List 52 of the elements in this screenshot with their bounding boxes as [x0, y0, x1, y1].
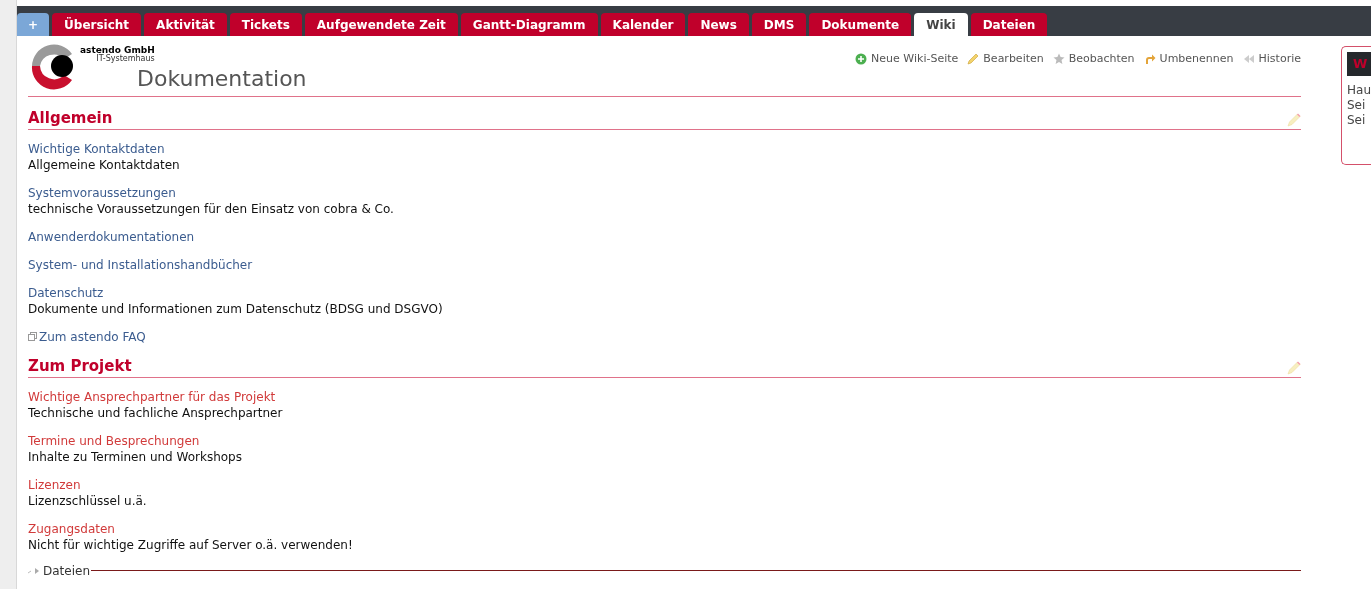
action-link[interactable]: Historie	[1258, 51, 1301, 68]
wiki-link[interactable]: System- und Installationshandbücher	[28, 256, 253, 273]
sidebar-link[interactable]: Sei	[1347, 113, 1371, 128]
section-heading: Allgemein	[28, 109, 113, 128]
link-description: Lizenzschlüssel u.ä.	[28, 492, 148, 509]
external-link[interactable]: Zum astendo FAQ	[39, 328, 146, 345]
tab[interactable]: News	[688, 13, 749, 36]
tab[interactable]: Übersicht	[52, 13, 142, 36]
curved-arrow-icon	[1143, 53, 1156, 66]
action-link[interactable]: Beobachten	[1068, 51, 1135, 68]
action-link[interactable]: Bearbeiten	[983, 51, 1044, 68]
logo-text: astendo GmbH	[80, 46, 155, 55]
tab[interactable]: Wiki	[914, 13, 968, 36]
files-toggle[interactable]: Dateien	[28, 561, 90, 580]
action-link[interactable]: Umbenennen	[1159, 51, 1234, 68]
wiki-link[interactable]: Lizenzen	[28, 476, 81, 493]
page-title: Dokumentation	[137, 68, 307, 90]
plus-circle-icon	[855, 53, 868, 66]
tab[interactable]: Tickets	[229, 13, 302, 36]
tab[interactable]: Dateien	[970, 13, 1048, 36]
wiki-link[interactable]: Zugangsdaten	[28, 520, 115, 537]
link-description: Technische und fachliche Ansprechpartner	[28, 404, 284, 421]
tab[interactable]: Aktivität	[144, 13, 227, 36]
tab[interactable]: DMS	[751, 13, 807, 36]
link-description: technische Voraussetzungen für den Einsatz von cobra & Co.	[28, 200, 395, 217]
link-description: Allgemeine Kontaktdaten	[28, 156, 181, 173]
pencil-icon	[967, 53, 980, 66]
caret-icon	[28, 566, 40, 575]
wiki-link[interactable]: Wichtige Kontaktdaten	[28, 140, 165, 157]
link-description: Dokumente und Informationen zum Datenschutz (BDSG und DSGVO)	[28, 300, 444, 317]
link-description: Nicht für wichtige Zugriffe auf Server o.ä. verwenden!	[28, 536, 354, 553]
tab[interactable]: Dokumente	[809, 13, 912, 36]
logo-tagline: IT-Systemhaus	[96, 55, 155, 63]
pencil-icon[interactable]	[1287, 360, 1301, 375]
tab[interactable]: Aufgewendete Zeit	[304, 13, 458, 36]
tab[interactable]: Gantt-Diagramm	[460, 13, 598, 36]
section-heading: Zum Projekt	[28, 356, 132, 376]
wiki-link[interactable]: Wichtige Ansprechpartner für das Projekt	[28, 388, 276, 405]
action-link[interactable]: Neue Wiki-Seite	[871, 51, 959, 68]
tab[interactable]: Kalender	[600, 13, 686, 36]
sidebar-link[interactable]: Hau	[1347, 83, 1371, 98]
pencil-icon[interactable]	[1287, 112, 1301, 127]
sidebar-title: W	[1347, 52, 1371, 76]
wiki-link[interactable]: Datenschutz	[28, 284, 104, 301]
link-description: Inhalte zu Terminen und Workshops	[28, 448, 243, 465]
star-icon	[1052, 53, 1065, 66]
sidebar-link[interactable]: Sei	[1347, 98, 1371, 113]
external-link-icon	[28, 332, 37, 342]
wiki-link[interactable]: Termine und Besprechungen	[28, 432, 200, 449]
double-arrow-icon	[1242, 53, 1255, 66]
wiki-link[interactable]: Anwenderdokumentationen	[28, 228, 195, 245]
wiki-link[interactable]: Systemvoraussetzungen	[28, 184, 176, 201]
